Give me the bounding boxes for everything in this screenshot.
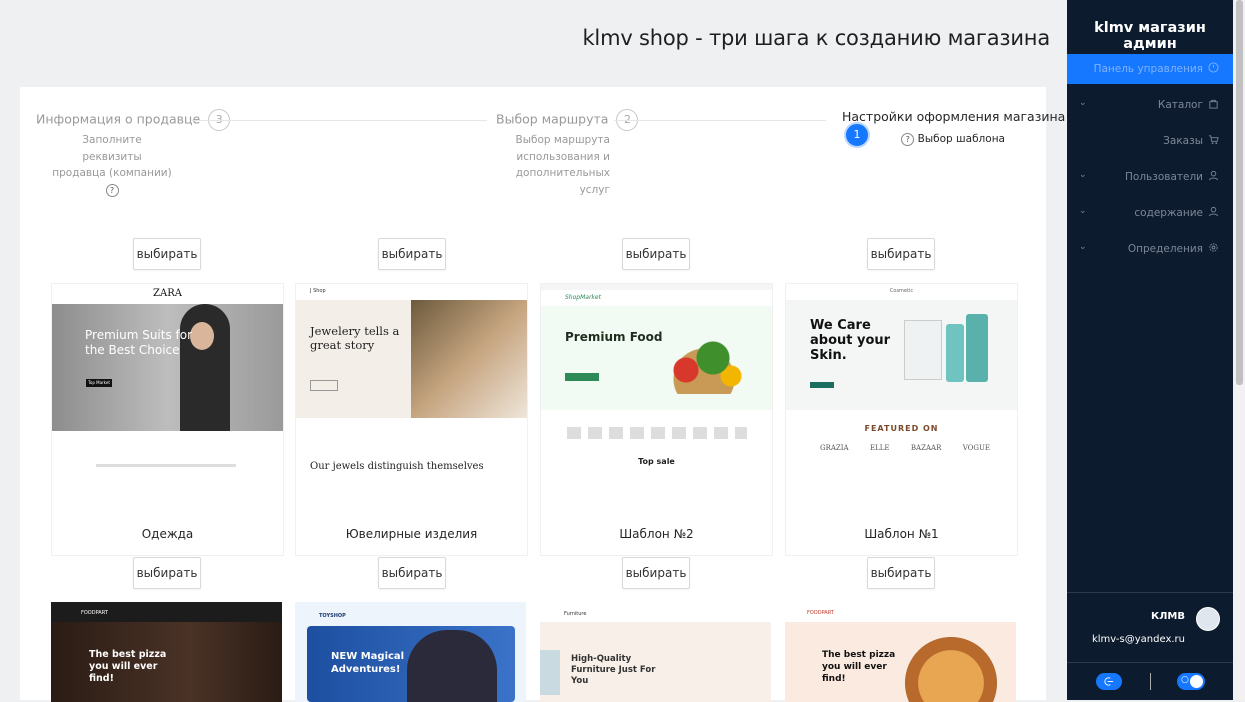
step-description: ? Выбор шаблона	[900, 131, 1005, 148]
sidebar-item-label: Панель управления	[1093, 63, 1203, 75]
sidebar-item-dashboard[interactable]: Панель управления	[1067, 54, 1233, 84]
sidebar-item-label: Пользователи	[1125, 171, 1203, 183]
select-template-button[interactable]: выбирать	[622, 238, 690, 270]
template-preview: ShopMarket Premium Food Top sale	[541, 284, 772, 505]
page-title: klmv shop - три шага к созданию магазина	[582, 26, 1050, 50]
sidebar-item-label: Заказы	[1163, 135, 1203, 147]
select-template-button[interactable]: выбирать	[133, 557, 201, 589]
step-connector	[614, 120, 826, 121]
step-connector	[192, 120, 487, 121]
user-icon	[1208, 206, 1219, 217]
dashboard-icon	[1208, 62, 1219, 73]
avatar[interactable]	[1196, 607, 1220, 631]
template-preview: ZARA Premium Suits for the Best Choice T…	[52, 284, 283, 505]
sidebar-item-settings[interactable]: ⌄ Определения	[1067, 234, 1233, 264]
step-description: Заполните реквизиты продавца (компании) …	[52, 134, 172, 197]
step-title: Выбор маршрута	[496, 111, 609, 127]
user-email: klmv-s@yandex.ru	[1091, 634, 1185, 645]
template-label: Одежда	[141, 527, 194, 541]
logout-icon	[1104, 677, 1114, 686]
sidebar: klmv магазин админ Панель управления ⌄ К…	[1067, 0, 1233, 700]
bulb-icon: ○	[1181, 675, 1189, 685]
sidebar-divider	[1067, 662, 1233, 663]
select-template-button[interactable]: выбирать	[378, 557, 446, 589]
chevron-down-icon: ⌄	[1079, 242, 1087, 252]
gear-icon	[1209, 243, 1218, 252]
bag-icon	[1209, 99, 1218, 109]
sidebar-brand: klmv магазин админ	[1094, 20, 1206, 52]
step-number: 1	[846, 124, 868, 146]
sidebar-item-content[interactable]: ⌄ содержание	[1067, 198, 1233, 228]
sidebar-divider	[1067, 592, 1233, 593]
user-icon	[1208, 170, 1219, 181]
template-card-clothing[interactable]: ZARA Premium Suits for the Best Choice T…	[51, 283, 284, 556]
select-template-button[interactable]: выбирать	[867, 238, 935, 270]
template-card-pizza[interactable]: FOODPART The best pizza you will ever fi…	[51, 602, 282, 702]
template-card-food[interactable]: ShopMarket Premium Food Top sale Шаблон …	[540, 283, 773, 556]
sidebar-item-orders[interactable]: Заказы	[1067, 126, 1233, 156]
theme-toggle[interactable]: ○	[1177, 673, 1205, 690]
sidebar-item-label: Определения	[1127, 243, 1203, 255]
sidebar-item-catalog[interactable]: ⌄ Каталог	[1067, 90, 1233, 120]
step-title: Информация о продавце	[36, 111, 201, 127]
template-label: Ювелирные изделия	[345, 527, 478, 541]
scrollbar-thumb[interactable]	[1236, 0, 1243, 385]
template-label: Шаблон №1	[864, 527, 939, 541]
step-description: Выбор маршрута использования и дополните…	[515, 134, 610, 196]
template-preview: J Shop Jewelery tells a great story Our …	[296, 284, 527, 505]
select-template-button[interactable]: выбирать	[133, 238, 201, 270]
user-name: КЛМВ	[1150, 611, 1185, 622]
help-icon[interactable]: ?	[901, 133, 915, 146]
step-title: Настройки оформления магазина	[842, 109, 1066, 124]
template-card-jewelry[interactable]: J Shop Jewelery tells a great story Our …	[295, 283, 528, 556]
sidebar-item-users[interactable]: ⌄ Пользователи	[1067, 162, 1233, 192]
template-card-cosmetics[interactable]: Cosmetic We Care about your Skin. FEATUR…	[785, 283, 1018, 556]
logout-button[interactable]	[1096, 673, 1122, 690]
template-preview: Cosmetic We Care about your Skin. FEATUR…	[786, 284, 1017, 505]
chevron-down-icon: ⌄	[1079, 170, 1087, 180]
help-icon[interactable]: ?	[105, 183, 119, 197]
select-template-button[interactable]: выбирать	[622, 557, 690, 589]
cart-icon	[1208, 135, 1219, 145]
select-template-button[interactable]: выбирать	[378, 238, 446, 270]
template-card-toys[interactable]: TOYSHOP NEW Magical Adventures!	[295, 602, 526, 702]
chevron-down-icon: ⌄	[1079, 206, 1087, 216]
sidebar-item-label: содержание	[1134, 207, 1203, 219]
sidebar-item-label: Каталог	[1157, 99, 1203, 111]
template-label: Шаблон №2	[619, 527, 694, 541]
footer-separator	[1150, 673, 1151, 690]
template-card-furniture[interactable]: Furniture High-Quality Furniture Just Fo…	[540, 602, 771, 702]
chevron-down-icon: ⌄	[1079, 98, 1087, 108]
toggle-knob	[1190, 675, 1203, 688]
template-card-pizza-light[interactable]: FOODPART The best pizza you will ever fi…	[785, 602, 1016, 702]
select-template-button[interactable]: выбирать	[867, 557, 935, 589]
